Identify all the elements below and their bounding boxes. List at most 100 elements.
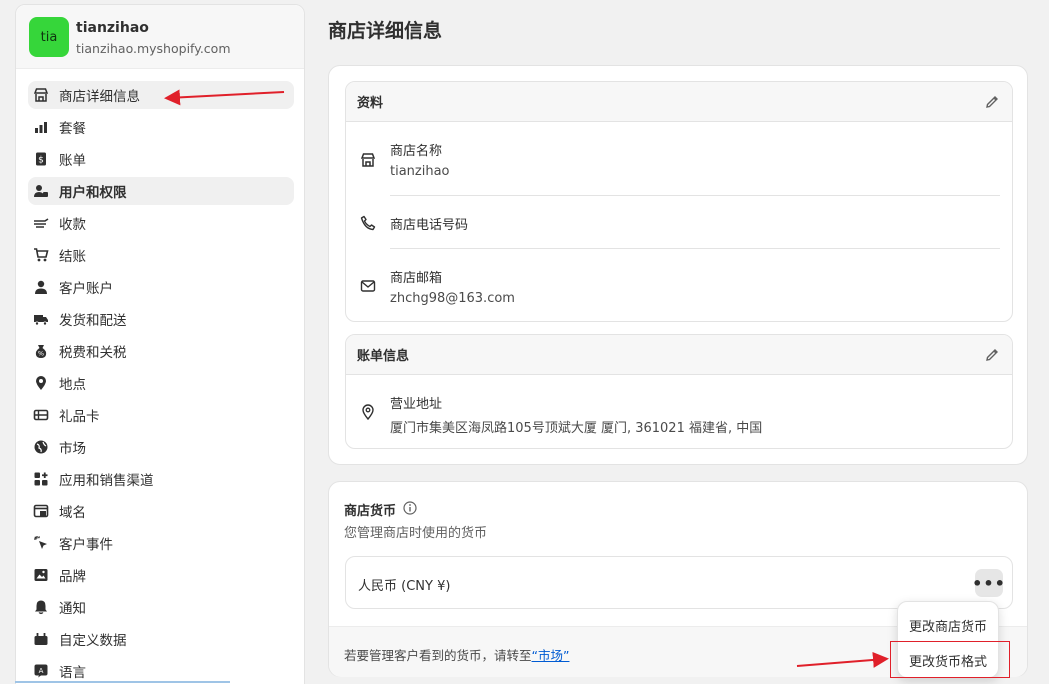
sidebar-item-gift-cards[interactable]: 礼品卡 (28, 401, 294, 429)
sidebar-item-label: 市场 (59, 441, 86, 457)
billing-icon: $ (33, 151, 49, 167)
sidebar-scroll-indicator[interactable] (15, 681, 230, 683)
email-label: 商店邮箱 (390, 271, 443, 286)
sidebar-item-label: 应用和销售渠道 (59, 473, 154, 489)
sidebar-item-domains[interactable]: 域名 (28, 497, 294, 525)
markets-link[interactable]: “市场” (532, 648, 570, 663)
sidebar-item-label: 地点 (59, 377, 86, 393)
sidebar-item-customer-events[interactable]: 客户事件 (28, 529, 294, 557)
sidebar-item-metafields[interactable]: 自定义数据 (28, 625, 294, 653)
sidebar-item-label: 税费和关税 (59, 345, 127, 361)
sidebar-item-label: 语言 (59, 665, 86, 681)
sidebar-item-store-details[interactable]: 商店详细信息 (28, 81, 294, 109)
sidebar-item-label: 品牌 (59, 569, 86, 585)
sidebar-item-taxes[interactable]: % 税费和关税 (28, 337, 294, 365)
sidebar-item-label: 商店详细信息 (59, 89, 140, 105)
currency-description: 您管理商店时使用的货币 (344, 526, 488, 541)
settings-nav: 商店详细信息 套餐 $ 账单 用户和权限 收款 结账 客户账户 发货和配送 % … (28, 81, 294, 684)
store-avatar: tia (29, 17, 69, 57)
sidebar-item-label: 账单 (59, 153, 86, 169)
store-header[interactable]: tia tianzihao tianzihao.myshopify.com (16, 5, 304, 69)
sidebar-item-label: 域名 (59, 505, 86, 521)
currency-title: 商店货币 (344, 504, 397, 519)
profile-title: 资料 (357, 96, 384, 111)
store-name-value: tianzihao (390, 164, 450, 179)
payments-icon (33, 215, 49, 231)
sidebar-item-markets[interactable]: 市场 (28, 433, 294, 461)
store-icon (360, 152, 376, 168)
location-pin-icon (360, 404, 376, 421)
sidebar-item-label: 发货和配送 (59, 313, 127, 329)
cursor-icon (33, 535, 49, 551)
phone-label: 商店电话号码 (390, 218, 469, 233)
language-icon: A (33, 663, 49, 679)
users-icon (33, 183, 49, 199)
address-row[interactable]: 营业地址 厦门市集美区海凤路105号顶斌大厦 厦门, 361021 福建省, 中… (346, 393, 1012, 436)
billing-section: 账单信息 营业地址 厦门市集美区海凤路105号顶斌大厦 厦门, 361021 福… (345, 334, 1013, 449)
address-label: 营业地址 (390, 397, 443, 412)
sidebar-item-shipping[interactable]: 发货和配送 (28, 305, 294, 333)
mail-icon (360, 278, 376, 294)
sidebar-item-users[interactable]: 用户和权限 (28, 177, 294, 205)
data-icon (33, 631, 49, 647)
phone-icon (360, 215, 376, 231)
settings-sidebar: tia tianzihao tianzihao.myshopify.com 商店… (15, 4, 305, 684)
page-title: 商店详细信息 (328, 20, 443, 42)
annotation-highlight-box (890, 641, 1010, 678)
brand-icon (33, 567, 49, 583)
store-name-row[interactable]: 商店名称 tianzihao (346, 140, 1012, 179)
sidebar-item-billing[interactable]: $ 账单 (28, 145, 294, 173)
truck-icon (33, 311, 49, 327)
tax-icon: % (33, 343, 49, 359)
store-name-label: 商店名称 (390, 144, 443, 159)
apps-icon (33, 471, 49, 487)
edit-pencil-icon[interactable] (984, 347, 1000, 363)
sidebar-item-plan[interactable]: 套餐 (28, 113, 294, 141)
sidebar-item-brand[interactable]: 品牌 (28, 561, 294, 589)
phone-row[interactable]: 商店电话号码 (346, 214, 1012, 233)
plan-icon (33, 119, 49, 135)
svg-text:%: % (38, 350, 44, 358)
email-row[interactable]: 商店邮箱 zhchg98@163.com (346, 267, 1012, 306)
footer-text: 若要管理客户看到的货币，请转至 (344, 648, 532, 663)
cart-icon (33, 247, 49, 263)
sidebar-item-label: 收款 (59, 217, 86, 233)
sidebar-item-apps[interactable]: 应用和销售渠道 (28, 465, 294, 493)
profile-section: 资料 商店名称 tianzihao 商店电话号码 商店邮箱 zhchg98@16… (345, 81, 1013, 322)
sidebar-item-label: 客户账户 (59, 281, 113, 297)
more-actions-button[interactable]: ••• (972, 569, 1005, 597)
store-domain: tianzihao.myshopify.com (76, 41, 231, 56)
currency-value: 人民币 (CNY ¥) (358, 579, 451, 594)
footer-note: 若要管理客户看到的货币，请转至“市场” (344, 645, 569, 664)
globe-icon (33, 439, 49, 455)
svg-text:A: A (39, 667, 44, 675)
edit-pencil-icon[interactable] (984, 94, 1000, 110)
sidebar-item-languages[interactable]: A 语言 (28, 657, 294, 684)
sidebar-item-label: 客户事件 (59, 537, 113, 553)
store-name: tianzihao (76, 20, 149, 36)
sidebar-item-locations[interactable]: 地点 (28, 369, 294, 397)
divider (390, 248, 1000, 249)
person-icon (33, 279, 49, 295)
sidebar-item-payments[interactable]: 收款 (28, 209, 294, 237)
menu-item-change-currency[interactable]: 更改商店货币 (909, 616, 987, 635)
billing-title: 账单信息 (357, 349, 410, 364)
svg-text:$: $ (38, 156, 44, 166)
address-value: 厦门市集美区海凤路105号顶斌大厦 厦门, 361021 福建省, 中国 (390, 421, 763, 436)
sidebar-item-checkout[interactable]: 结账 (28, 241, 294, 269)
sidebar-item-label: 礼品卡 (59, 409, 100, 425)
info-icon[interactable] (403, 500, 417, 515)
sidebar-item-notifications[interactable]: 通知 (28, 593, 294, 621)
divider (390, 195, 1000, 196)
sidebar-item-customer-accounts[interactable]: 客户账户 (28, 273, 294, 301)
sidebar-item-label: 自定义数据 (59, 633, 127, 649)
sidebar-item-label: 结账 (59, 249, 86, 265)
sidebar-item-label: 用户和权限 (59, 185, 127, 201)
profile-header: 资料 (346, 82, 1012, 122)
bell-icon (33, 599, 49, 615)
gift-card-icon (33, 407, 49, 423)
sidebar-item-label: 通知 (59, 601, 86, 617)
email-value: zhchg98@163.com (390, 291, 515, 306)
billing-header: 账单信息 (346, 335, 1012, 375)
store-details-card: 资料 商店名称 tianzihao 商店电话号码 商店邮箱 zhchg98@16… (328, 65, 1028, 465)
